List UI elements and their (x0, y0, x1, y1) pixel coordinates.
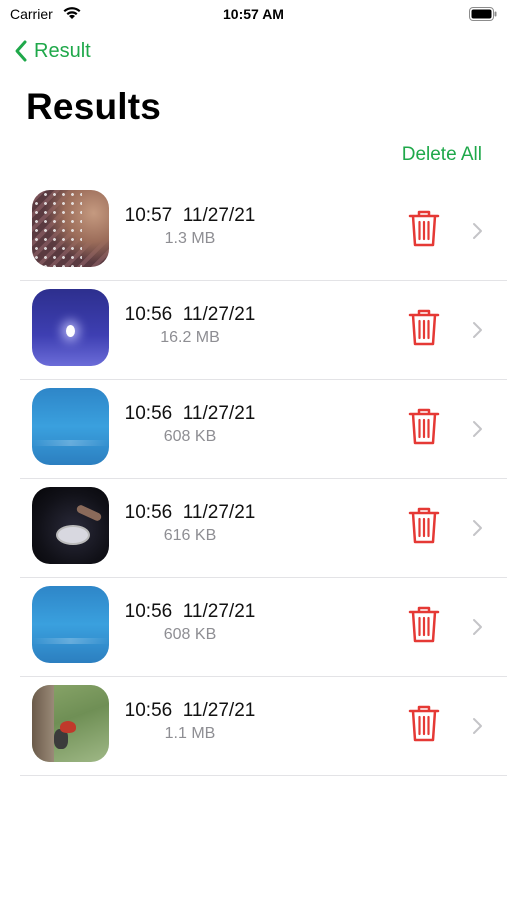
video-thumbnail (32, 190, 109, 267)
item-date: 10:56 11/27/21 (124, 304, 256, 325)
item-size: 1.3 MB (164, 230, 216, 247)
status-time: 10:57 AM (223, 6, 284, 22)
chevron-right-icon[interactable] (471, 420, 483, 438)
video-thumbnail (32, 388, 109, 465)
page-title: Results (26, 86, 162, 127)
item-date: 10:56 11/27/21 (124, 700, 256, 721)
battery-icon (469, 7, 497, 21)
video-thumbnail (32, 586, 109, 663)
video-thumbnail (32, 289, 109, 366)
chevron-right-icon[interactable] (471, 519, 483, 537)
status-bar: Carrier 10:57 AM (0, 0, 507, 30)
list-item[interactable]: 10:56 11/27/21 608 KB (20, 578, 507, 677)
item-date: 10:56 11/27/21 (124, 403, 256, 424)
item-date: 10:57 11/27/21 (124, 205, 256, 226)
video-thumbnail (32, 487, 109, 564)
back-button[interactable]: Result (14, 39, 91, 63)
chevron-left-icon (15, 40, 27, 62)
trash-icon[interactable] (407, 604, 441, 644)
item-size: 608 KB (163, 428, 217, 445)
item-size: 16.2 MB (160, 329, 220, 346)
item-size: 608 KB (163, 626, 217, 643)
list-item[interactable]: 10:56 11/27/21 616 KB (20, 479, 507, 578)
video-thumbnail (32, 685, 109, 762)
item-date: 10:56 11/27/21 (124, 502, 256, 523)
item-date: 10:56 11/27/21 (124, 601, 256, 622)
chevron-right-icon[interactable] (471, 222, 483, 240)
trash-icon[interactable] (407, 703, 441, 743)
trash-icon[interactable] (407, 307, 441, 347)
delete-all-button[interactable]: Delete All (402, 144, 482, 166)
trash-icon[interactable] (407, 208, 441, 248)
chevron-right-icon[interactable] (471, 717, 483, 735)
item-size: 616 KB (163, 527, 217, 544)
trash-icon[interactable] (407, 505, 441, 545)
back-button-label: Result (34, 39, 91, 62)
list-item[interactable]: 10:56 11/27/21 16.2 MB (20, 281, 507, 380)
list-item[interactable]: 10:56 11/27/21 608 KB (20, 380, 507, 479)
results-list: 10:57 11/27/21 1.3 MB 10:56 11/27/21 16.… (20, 182, 507, 776)
trash-icon[interactable] (407, 406, 441, 446)
item-size: 1.1 MB (164, 725, 216, 742)
list-item[interactable]: 10:57 11/27/21 1.3 MB (20, 182, 507, 281)
list-item[interactable]: 10:56 11/27/21 1.1 MB (20, 677, 507, 776)
chevron-right-icon[interactable] (471, 618, 483, 636)
chevron-right-icon[interactable] (471, 321, 483, 339)
